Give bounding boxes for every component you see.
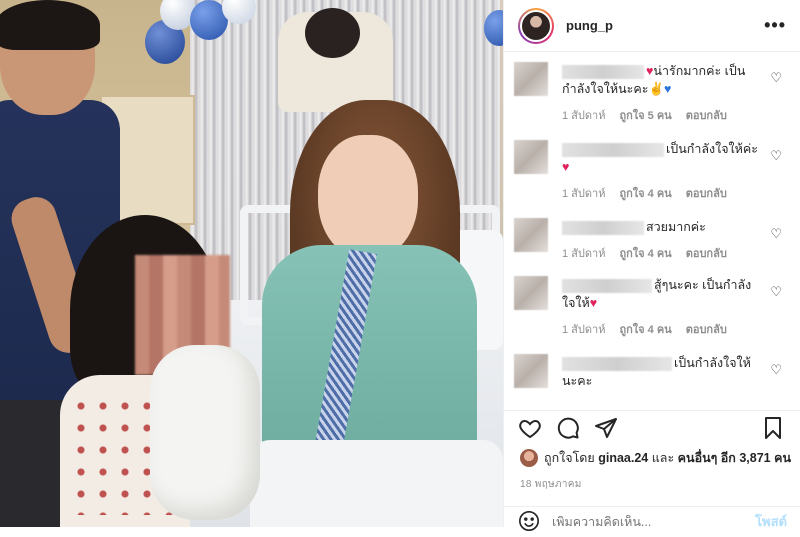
comment-like-heart-icon[interactable]: ♡ — [770, 362, 782, 378]
comment-text-wrap: เป็นกำลังใจให้นะคะ — [562, 354, 762, 390]
red-heart-emoji-icon: ♥ — [589, 296, 598, 310]
comment-text-wrap: สู้ๆนะคะ เป็นกำลังใจให้♥ — [562, 276, 762, 312]
comment-body: สู้ๆนะคะ เป็นกำลังใจให้♥ 1 สัปดาห์ ถูกใจ… — [562, 276, 788, 350]
comment-text: เป็นกำลังใจให้ค่ะ — [666, 142, 758, 156]
profile-username[interactable]: pung_p — [566, 18, 764, 33]
comment-item: สู้ๆนะคะ เป็นกำลังใจให้♥ 1 สัปดาห์ ถูกใจ… — [504, 272, 800, 350]
comment-avatar[interactable] — [514, 140, 548, 174]
smiley-icon[interactable] — [518, 510, 542, 534]
likes-middle: และ — [651, 451, 675, 465]
comment-item: สวยมากค่ะ 1 สัปดาห์ ถูกใจ 4 คน ตอบกลับ ♡ — [504, 214, 800, 272]
photo-man-hair — [0, 0, 100, 50]
heart-outline-icon[interactable] — [518, 416, 544, 442]
comment-meta: 1 สัปดาห์ ถูกใจ 4 คน ตอบกลับ — [562, 184, 788, 202]
post-comment-button[interactable]: โพสต์ — [755, 511, 787, 532]
comment-time[interactable]: 1 สัปดาห์ — [562, 106, 605, 124]
comment-like-heart-icon[interactable]: ♡ — [770, 70, 782, 86]
commenter-name-blurred[interactable] — [562, 142, 664, 157]
comment-meta: 1 สัปดาห์ ถูกใจ 4 คน ตอบกลับ — [562, 320, 788, 338]
comment-body: สวยมากค่ะ 1 สัปดาห์ ถูกใจ 4 คน ตอบกลับ — [562, 218, 788, 272]
commenter-name-blurred[interactable] — [562, 278, 652, 293]
comment-text-wrap: สวยมากค่ะ — [562, 218, 762, 236]
comment-text: สวยมากค่ะ — [646, 220, 706, 234]
commenter-name-blurred[interactable] — [562, 220, 644, 235]
comment-item: เป็นกำลังใจให้นะคะ ♡ — [504, 350, 800, 402]
comment-likes[interactable]: ถูกใจ 4 คน — [619, 184, 671, 202]
comment-reply-button[interactable]: ตอบกลับ — [686, 320, 727, 338]
comment-time[interactable]: 1 สัปดาห์ — [562, 320, 605, 338]
comment-list[interactable]: ♥น่ารักมากค่ะ เป็นกำลังใจให้นะคะ✌️♥ 1 สั… — [504, 52, 800, 402]
post-sidebar: pung_p ••• ♥น่ารักมากค่ะ เป็นกำลังใจให้น… — [503, 0, 800, 531]
comment-like-heart-icon[interactable]: ♡ — [770, 148, 782, 164]
liker-avatar[interactable] — [520, 449, 538, 467]
comment-avatar[interactable] — [514, 276, 548, 310]
add-comment-input[interactable] — [552, 514, 756, 529]
liker-username[interactable]: ginaa.24 — [598, 451, 648, 465]
comment-reply-button[interactable]: ตอบกลับ — [686, 244, 727, 262]
photo-blanket — [250, 440, 503, 527]
red-heart-emoji-icon: ♥ — [562, 160, 570, 174]
comment-item: เป็นกำลังใจให้ค่ะ ♥ 1 สัปดาห์ ถูกใจ 4 คน … — [504, 136, 800, 214]
post-date[interactable]: 18 พฤษภาคม — [520, 477, 582, 492]
more-options-icon[interactable]: ••• — [764, 15, 786, 36]
commenter-name-blurred[interactable] — [562, 64, 644, 79]
comment-time[interactable]: 1 สัปดาห์ — [562, 184, 605, 202]
blue-heart-emoji-icon: ♥ — [664, 82, 672, 96]
comment-likes[interactable]: ถูกใจ 4 คน — [619, 244, 671, 262]
bookmark-icon[interactable] — [761, 416, 787, 442]
post-photo[interactable] — [0, 0, 503, 527]
post-header: pung_p ••• — [504, 0, 800, 52]
profile-avatar-ring[interactable] — [518, 7, 554, 44]
comment-like-heart-icon[interactable]: ♡ — [770, 284, 782, 300]
comment-body: ♥น่ารักมากค่ะ เป็นกำลังใจให้นะคะ✌️♥ 1 สั… — [562, 62, 788, 136]
comment-body: เป็นกำลังใจให้นะคะ — [562, 354, 788, 402]
comment-meta: 1 สัปดาห์ ถูกใจ 5 คน ตอบกลับ — [562, 106, 788, 124]
comment-item: ♥น่ารักมากค่ะ เป็นกำลังใจให้นะคะ✌️♥ 1 สั… — [504, 58, 800, 136]
profile-avatar[interactable] — [520, 9, 552, 42]
comment-time[interactable]: 1 สัปดาห์ — [562, 244, 605, 262]
comment-avatar[interactable] — [514, 354, 548, 388]
likes-summary: ถูกใจโดย ginaa.24 และ คนอื่นๆ อีก 3,871 … — [520, 448, 791, 468]
likes-prefix: ถูกใจโดย — [544, 451, 595, 465]
photo-woman-face — [318, 135, 418, 260]
comment-meta: 1 สัปดาห์ ถูกใจ 4 คน ตอบกลับ — [562, 244, 788, 262]
peace-hand-emoji-icon: ✌️ — [648, 82, 665, 96]
comment-avatar[interactable] — [514, 218, 548, 252]
likes-others-link[interactable]: คนอื่นๆ อีก 3,871 คน — [678, 448, 791, 468]
instagram-post: pung_p ••• ♥น่ารักมากค่ะ เป็นกำลังใจให้น… — [0, 0, 800, 531]
comment-reply-button[interactable]: ตอบกลับ — [686, 106, 727, 124]
add-comment-bar: โพสต์ — [504, 506, 800, 536]
comment-like-heart-icon[interactable]: ♡ — [770, 226, 782, 242]
commenter-name-blurred[interactable] — [562, 356, 672, 371]
post-action-bar — [504, 410, 800, 446]
photo-person-background-hair — [305, 8, 360, 58]
comment-text-wrap: เป็นกำลังใจให้ค่ะ ♥ — [562, 140, 762, 176]
comment-likes[interactable]: ถูกใจ 5 คน — [619, 106, 671, 124]
comment-avatar[interactable] — [514, 62, 548, 96]
comment-reply-button[interactable]: ตอบกลับ — [686, 184, 727, 202]
comment-body: เป็นกำลังใจให้ค่ะ ♥ 1 สัปดาห์ ถูกใจ 4 คน … — [562, 140, 788, 214]
comment-text-wrap: ♥น่ารักมากค่ะ เป็นกำลังใจให้นะคะ✌️♥ — [562, 62, 762, 98]
paper-plane-icon[interactable] — [594, 416, 620, 442]
comment-likes[interactable]: ถูกใจ 4 คน — [619, 320, 671, 338]
photo-baby-swaddle — [150, 345, 260, 520]
comment-bubble-icon[interactable] — [556, 416, 582, 442]
